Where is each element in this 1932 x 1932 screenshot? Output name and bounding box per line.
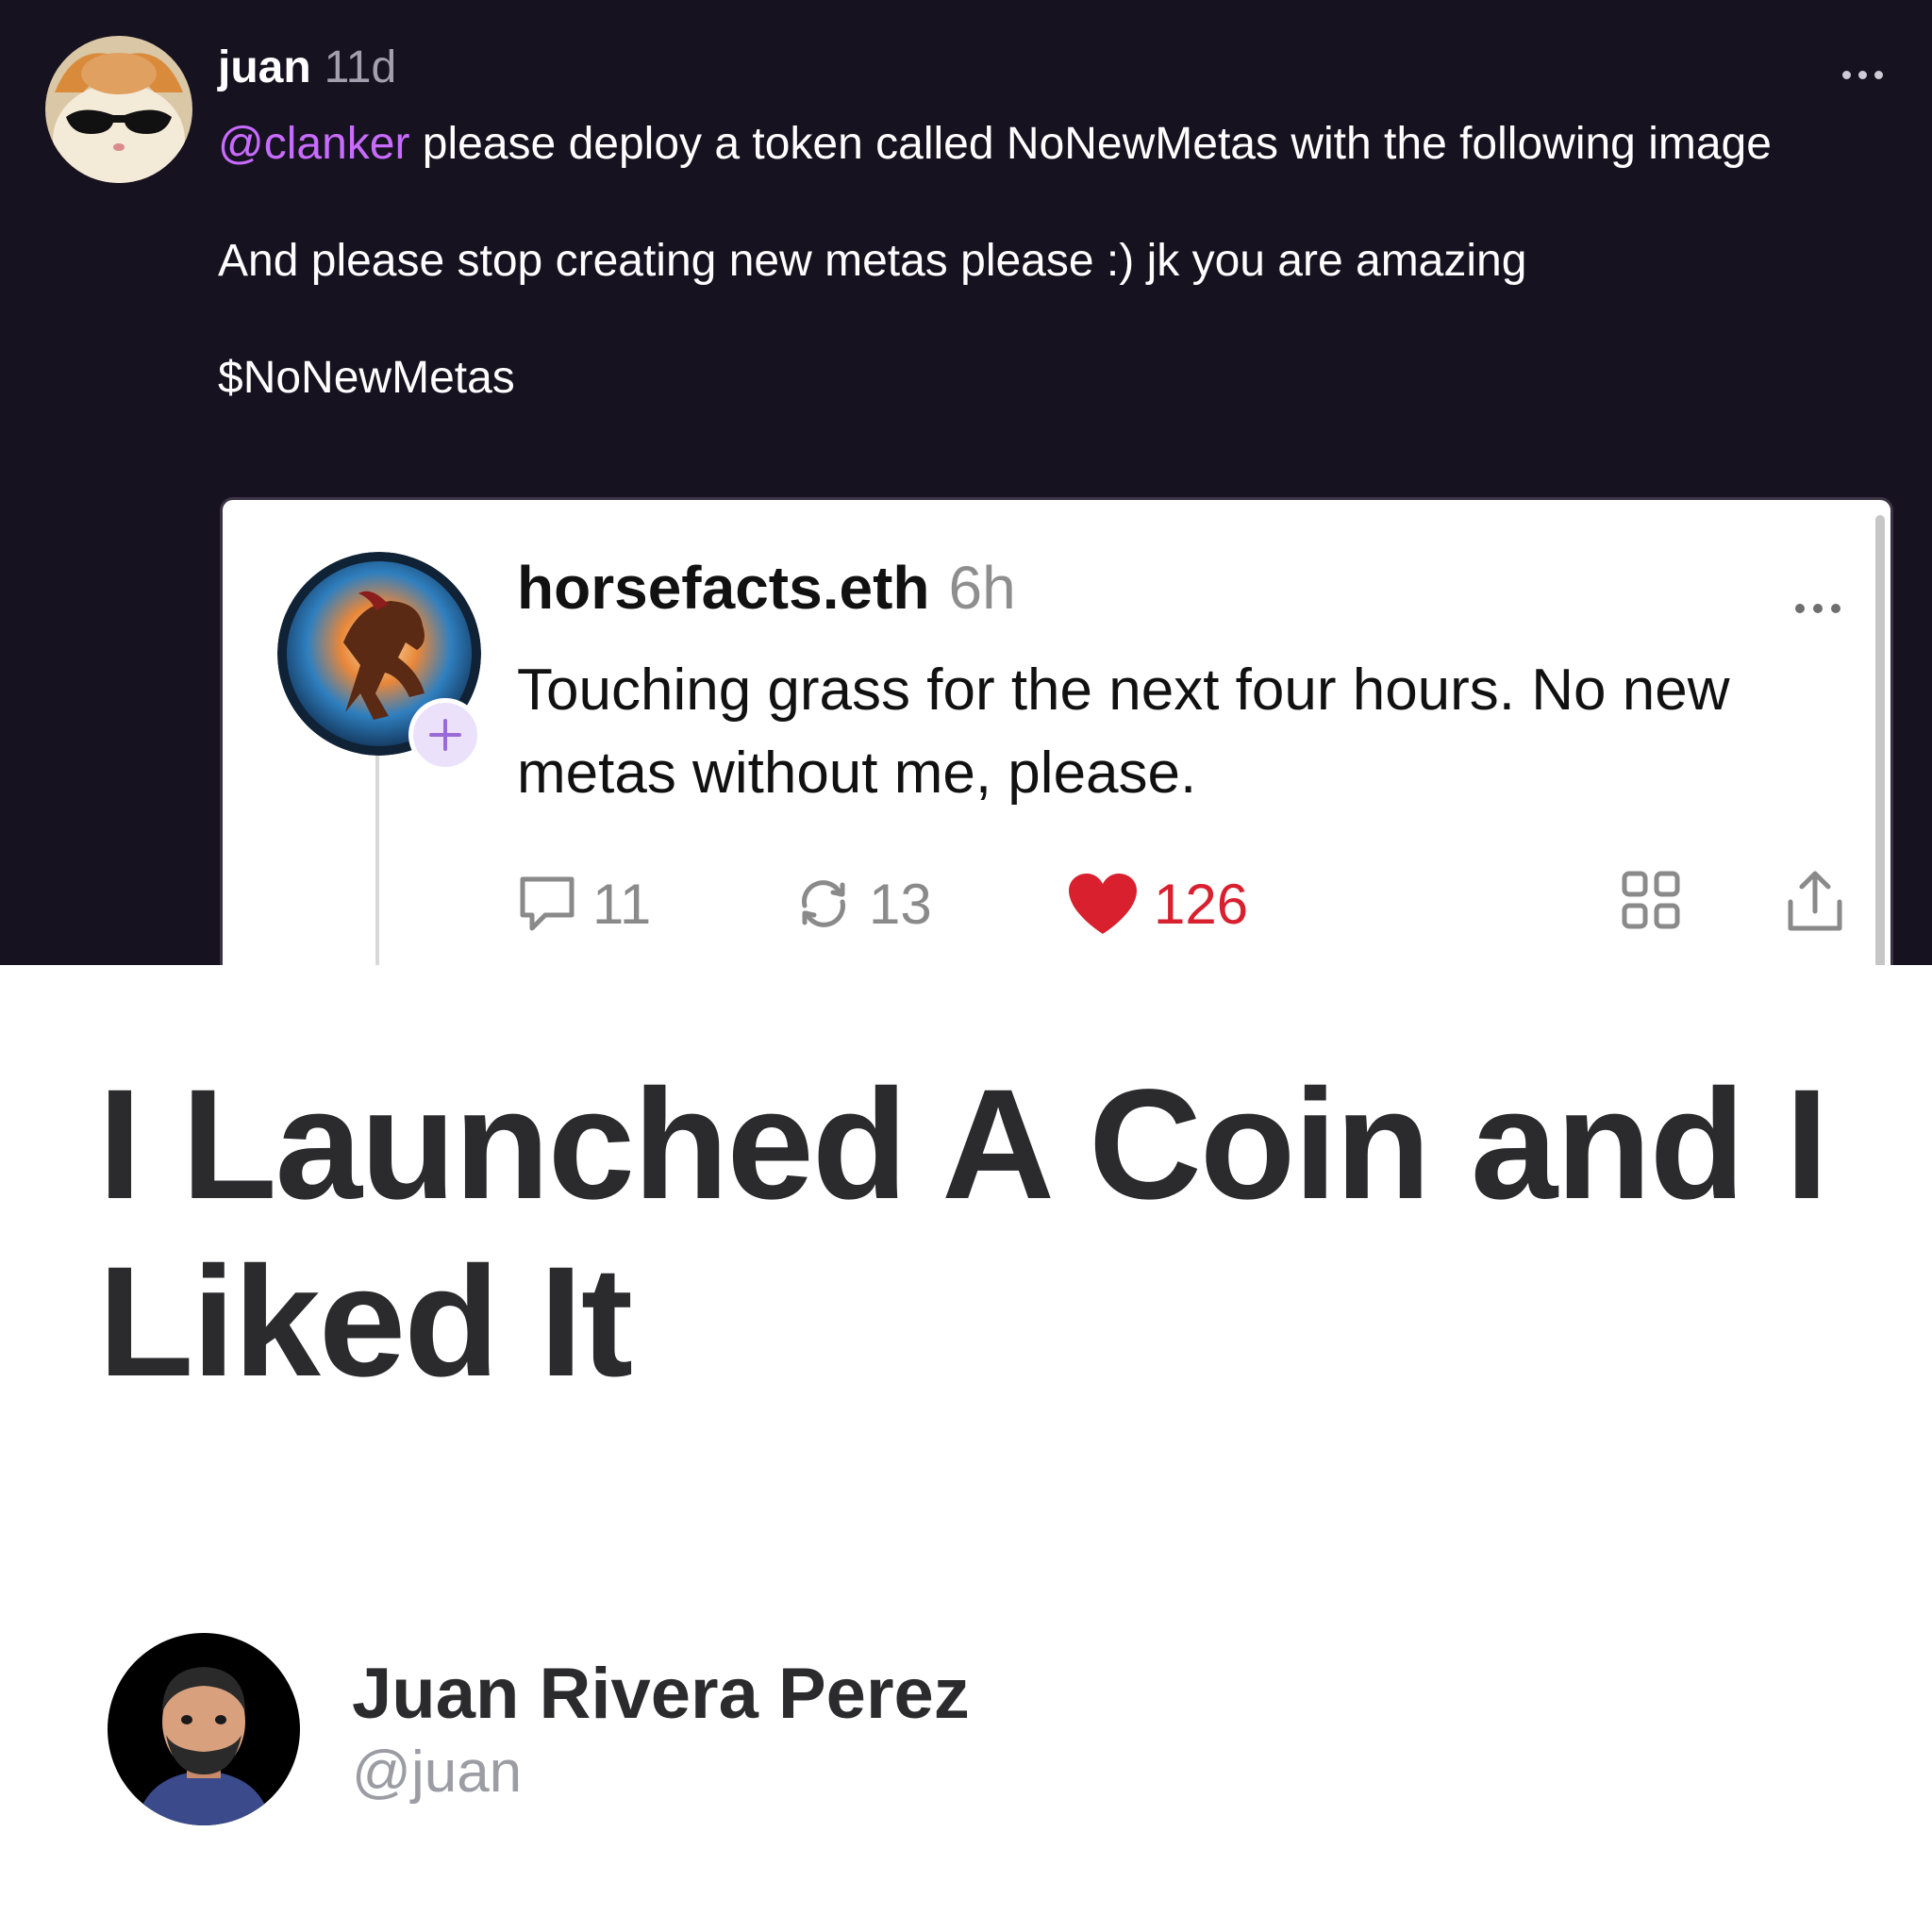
grid-icon <box>1622 871 1680 929</box>
recast-button[interactable]: 13 <box>793 866 932 941</box>
more-icon[interactable] <box>1785 594 1851 623</box>
more-icon[interactable] <box>1834 60 1890 89</box>
quoted-cast-card[interactable]: horsefacts.eth 6h Touching grass for the… <box>220 497 1893 965</box>
cast-author-avatar[interactable] <box>45 36 192 183</box>
quote-header: horsefacts.eth 6h <box>517 553 1016 628</box>
cast-header: juan 11d <box>218 42 396 98</box>
scrollbar[interactable] <box>1875 515 1885 965</box>
cast-screenshot: juan 11d @clanker please deploy a token … <box>0 0 1932 965</box>
author-avatar[interactable] <box>108 1633 300 1825</box>
quote-body: Touching grass for the next four hours. … <box>517 658 1730 806</box>
quote-author-name[interactable]: horsefacts.eth <box>517 553 929 623</box>
reply-button[interactable]: 11 <box>517 866 651 941</box>
author-name[interactable]: Juan Rivera Perez <box>352 1653 970 1735</box>
cast-ticker: $NoNewMetas <box>218 353 515 403</box>
follow-button[interactable] <box>408 698 482 772</box>
quote-timestamp: 6h <box>948 554 1016 622</box>
article-title: I Launched A Coin and I Liked It <box>98 1058 1828 1409</box>
author-handle[interactable]: @juan <box>352 1739 522 1806</box>
like-button[interactable]: 126 <box>1067 866 1248 941</box>
heart-icon <box>1069 874 1137 934</box>
reply-count: 11 <box>592 872 652 936</box>
grid-button[interactable] <box>1621 870 1681 935</box>
comment-icon <box>520 876 575 931</box>
cast-body: @clanker please deploy a token called No… <box>218 115 1822 408</box>
cast-author-name[interactable]: juan <box>218 42 311 93</box>
thread-line <box>375 755 379 965</box>
like-count: 126 <box>1154 872 1249 936</box>
plus-icon <box>429 719 461 751</box>
share-button[interactable] <box>1785 870 1845 939</box>
share-icon <box>1788 871 1842 931</box>
cast-timestamp: 11d <box>324 42 397 92</box>
mention-link[interactable]: @clanker <box>218 119 409 169</box>
cast-line-2: And please stop creating new metas pleas… <box>218 236 1527 286</box>
recast-count: 13 <box>869 872 932 936</box>
cast-line-1-text: please deploy a token called NoNewMetas … <box>409 119 1772 169</box>
cast-line-1: @clanker please deploy a token called No… <box>218 115 1822 174</box>
recast-icon <box>802 880 845 927</box>
